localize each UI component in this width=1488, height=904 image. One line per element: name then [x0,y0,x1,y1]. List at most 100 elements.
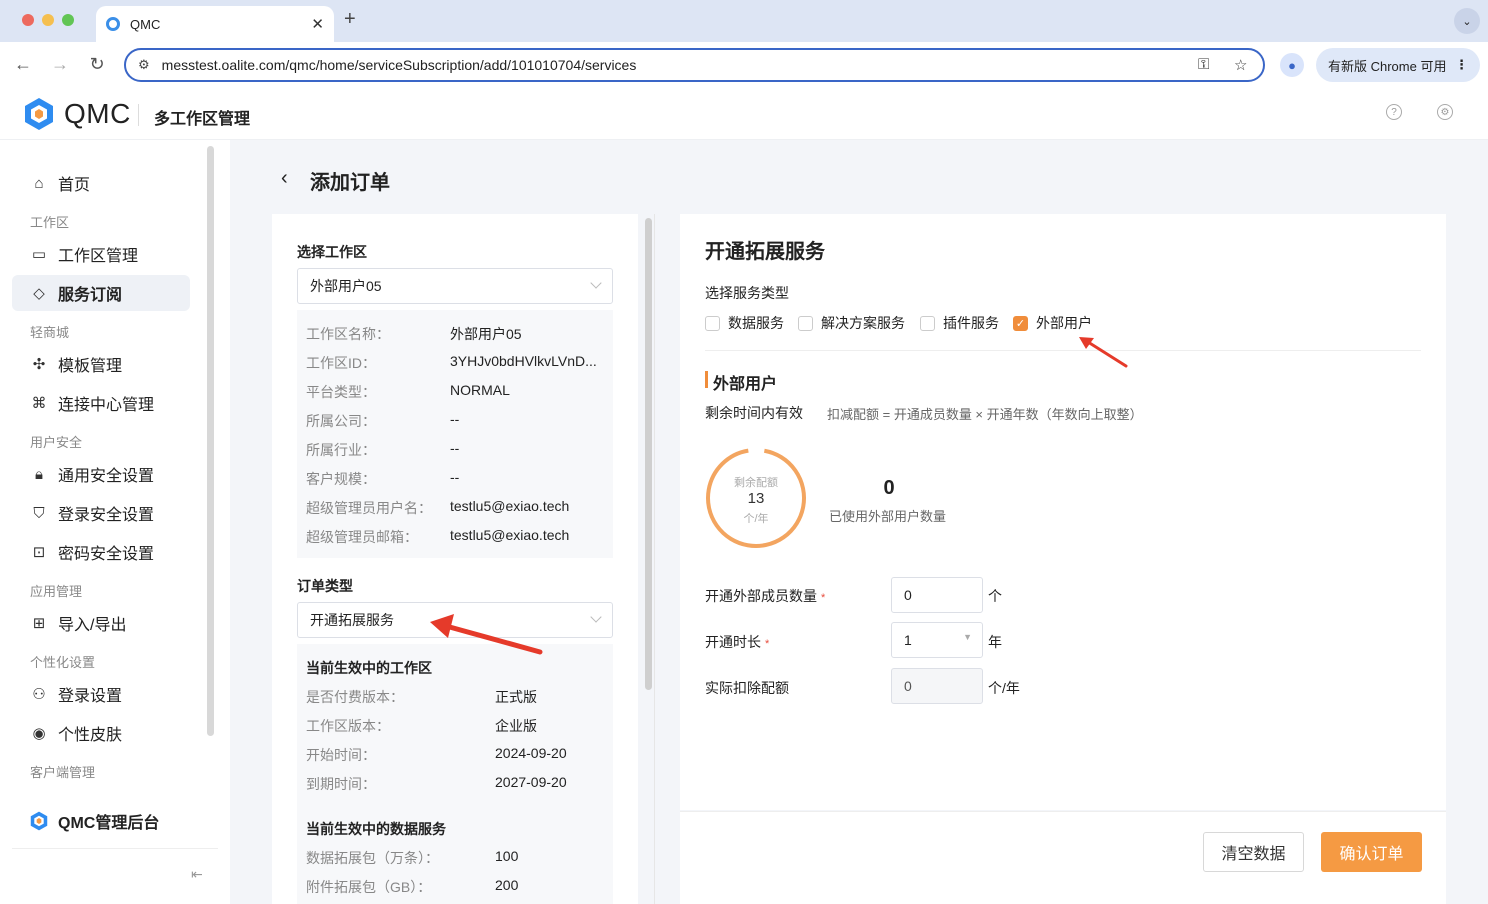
close-tab-icon[interactable]: ✕ [311,15,324,33]
annotation-arrow-icon [430,614,543,655]
sidebar-group-app-mgmt: 应用管理 [30,584,83,599]
qmc-small-logo-icon [30,811,48,831]
required-mark: * [765,638,770,650]
sidebar-item-service-subscription[interactable]: ◇ 服务订阅 [12,275,190,311]
sidebar-item-workspace-mgmt[interactable]: ▭ 工作区管理 [12,236,190,272]
info-key: 所属公司： [306,413,376,429]
ring-unit: 个/年 [743,513,769,525]
password-key-icon[interactable]: ⚿ [1198,56,1209,73]
current-data-service-title: 当前生效中的数据服务 [306,821,446,837]
info-key: 附件拓展包（GB）： [306,879,432,895]
sidebar-scrollbar[interactable] [207,146,214,736]
chevron-down-icon [590,277,602,289]
checkbox-label: 数据服务 [728,315,784,331]
tab-search-chevron-icon[interactable]: ⌄ [1454,8,1480,34]
sidebar-group-client: 客户端管理 [30,765,96,780]
checkbox-box[interactable] [920,315,935,331]
info-value: 200 [495,877,519,893]
left-panel-scrollbar[interactable] [645,218,652,690]
checkbox-box[interactable] [798,315,813,331]
sidebar-item-login-security[interactable]: ⛉ 登录安全设置 [12,495,190,531]
workspace-info-box [297,310,613,558]
sidebar-item-skin[interactable]: ◉ 个性皮肤 [12,715,190,751]
current-workspace-title: 当前生效中的工作区 [306,660,432,676]
info-key: 工作区ID： [306,355,376,371]
back-chevron-icon[interactable]: ‹ [281,167,288,190]
checkbox-plugin-service[interactable]: 插件服务 [920,313,999,333]
sidebar-item-label: 模板管理 [58,358,123,375]
info-key: 工作区版本： [306,718,390,734]
duration-field-label: 开通时长 * [705,632,769,652]
info-value: 2024-09-20 [495,745,567,761]
help-icon[interactable]: ? [1386,104,1402,120]
checkbox-label: 插件服务 [943,315,999,331]
checkbox-box[interactable] [705,315,720,331]
members-input[interactable]: 0 [891,577,983,613]
sidebar-item-template-mgmt[interactable]: ✣ 模板管理 [12,346,190,382]
sidebar-group-workspace: 工作区 [30,215,70,230]
deduct-input: 0 [891,668,983,704]
address-bar[interactable]: ⚙ messtest.oalite.com/qmc/home/serviceSu… [124,48,1265,82]
checkbox-external-user[interactable]: ✓ 外部用户 [1013,313,1092,333]
sidebar-item-label: 通用安全设置 [58,468,155,485]
shield-icon: ⛉ [33,504,45,522]
settings-gear-icon[interactable]: ⚙ [1437,104,1453,120]
bookmark-star-icon[interactable]: ☆ [1234,56,1247,74]
collapse-sidebar-icon[interactable]: ⇤ [191,866,203,883]
palette-icon: ◉ [32,725,46,742]
duration-unit: 年 [988,634,1002,650]
kebab-menu-icon[interactable]: ⋮ [1455,57,1468,73]
sidebar-item-label: 个性皮肤 [58,727,123,744]
confirm-order-button[interactable]: 确认订单 [1321,832,1422,872]
label-text: 开通时长 [705,634,761,650]
quota-formula: 扣减配额 = 开通成员数量 × 开通年数（年数向上取整） [827,407,1143,422]
logo-text: QMC [64,98,131,129]
lock-icon: 🔒︎ [35,465,43,483]
panel-divider [654,214,655,904]
forward-arrow-icon[interactable]: → [49,54,71,75]
input-value: 0 [904,587,912,603]
browser-tab[interactable]: QMC ✕ [96,6,334,42]
site-settings-icon[interactable]: ⚙ [138,57,150,73]
deduct-unit: 个/年 [988,680,1020,696]
info-value: 外部用户05 [450,326,522,342]
puzzle-icon: ✣ [32,356,46,373]
new-tab-icon[interactable]: + [344,8,356,31]
sidebar-footer-brand[interactable]: QMC管理后台 [12,802,218,840]
reload-icon[interactable]: ↻ [86,54,108,75]
info-value: NORMAL [450,382,510,398]
order-type-label: 订单类型 [297,578,353,594]
workspace-select[interactable]: 外部用户05 [297,268,613,304]
sidebar-item-general-security[interactable]: 🔒︎ 通用安全设置 [12,456,190,492]
sidebar-item-login-settings[interactable]: ⚇ 登录设置 [12,676,190,712]
sidebar-item-import-export[interactable]: ⊞ 导入/导出 [12,605,190,641]
sidebar-item-label: 密码安全设置 [58,546,155,563]
close-window-dot[interactable] [22,14,34,26]
checkmark-icon[interactable]: ✓ [1013,315,1028,331]
input-value: 1 [904,632,912,648]
sidebar-item-connect-center[interactable]: ⌘ 连接中心管理 [12,385,190,421]
duration-select[interactable]: 1 ▼ [891,622,983,658]
members-unit: 个 [988,588,1002,604]
chrome-update-button[interactable]: 有新版 Chrome 可用 ⋮ [1316,48,1480,82]
info-key: 开始时间： [306,747,376,763]
sidebar-item-password-security[interactable]: ⊡ 密码安全设置 [12,534,190,570]
diamond-icon: ◇ [33,285,45,302]
used-count-value: 0 [883,477,895,499]
sidebar-item-label: 登录设置 [58,688,123,705]
sidebar-divider [12,848,218,849]
checkbox-solution-service[interactable]: 解决方案服务 [798,313,905,333]
info-key: 工作区名称： [306,326,390,342]
checkbox-data-service[interactable]: 数据服务 [705,313,784,333]
maximize-window-dot[interactable] [62,14,74,26]
info-key: 到期时间： [306,776,376,792]
profile-avatar-icon[interactable]: ● [1280,53,1304,77]
back-arrow-icon[interactable]: ← [12,54,34,75]
label-text: 实际扣除配额 [705,680,789,696]
sidebar-item-home[interactable]: ⌂ 首页 [12,165,190,201]
minimize-window-dot[interactable] [42,14,54,26]
clear-data-button[interactable]: 清空数据 [1203,832,1304,872]
info-value: -- [450,411,460,427]
info-value: testlu5@exiao.tech [450,527,570,543]
checkbox-label: 外部用户 [1036,315,1092,331]
